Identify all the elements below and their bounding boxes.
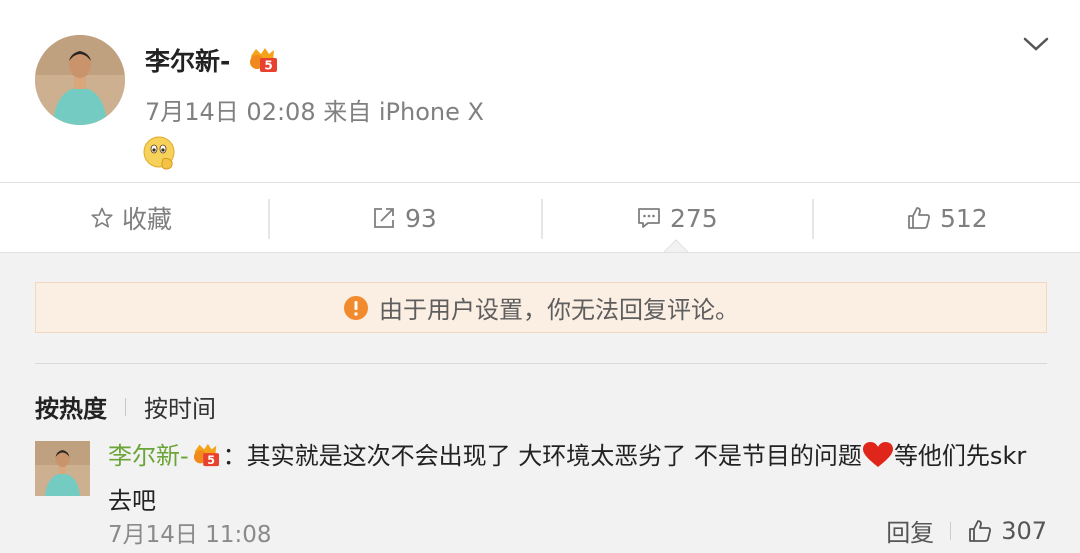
vip-badge-icon: 5 <box>247 46 279 78</box>
divider <box>541 199 543 239</box>
repost-count: 93 <box>405 203 437 233</box>
action-bar: 收藏 93 275 512 <box>0 182 1080 252</box>
star-icon <box>91 207 113 228</box>
comment-avatar[interactable] <box>35 441 90 496</box>
sort-by-time-tab[interactable]: 按时间 <box>144 389 216 424</box>
favorite-button[interactable]: 收藏 <box>90 183 172 253</box>
comment-actions: 回复 307 <box>886 513 1047 548</box>
smile-emoji-icon <box>143 135 177 175</box>
svg-text:5: 5 <box>207 454 215 467</box>
comment-count: 275 <box>670 203 718 233</box>
post-meta: 7月14日 02:08 来自 iPhone X <box>145 98 484 126</box>
divider <box>125 397 126 416</box>
reply-button[interactable]: 回复 <box>886 513 934 548</box>
repost-icon <box>374 208 394 228</box>
reply-disabled-notice: 由于用户设置，你无法回复评论。 <box>35 282 1047 333</box>
comment-username[interactable]: 李尔新- <box>108 442 189 470</box>
divider <box>268 199 270 239</box>
like-count: 512 <box>940 203 988 233</box>
vip-badge-icon: 5 <box>191 440 221 480</box>
comment-icon <box>638 208 660 228</box>
divider <box>35 363 1047 364</box>
comments-section: 由于用户设置，你无法回复评论。 按热度 按时间 李尔新- 5 ：其实就是这次不会出现… <box>0 252 1080 553</box>
favorite-label: 收藏 <box>122 205 173 234</box>
post-card: 李尔新- 5 7月14日 02:08 来自 iPhone X <box>0 0 1080 182</box>
sort-tabs: 按热度 按时间 <box>35 389 216 424</box>
comment-text: ：其实就是这次不会出现了 大环境太恶劣了 不是节目的问题 <box>222 442 862 470</box>
avatar[interactable] <box>35 35 125 125</box>
comment-body: 李尔新- 5 ：其实就是这次不会出现了 大环境太恶劣了 不是节目的问题 等他们先skr… <box>108 436 1048 521</box>
comment-time: 7月14日 11:08 <box>108 522 272 548</box>
notice-text: 由于用户设置，你无法回复评论。 <box>379 296 739 324</box>
sort-by-hot-tab[interactable]: 按热度 <box>35 389 107 424</box>
repost-button[interactable]: 93 <box>371 183 437 253</box>
warning-icon <box>344 295 368 320</box>
thumb-up-icon <box>908 207 930 229</box>
thumb-up-icon[interactable] <box>967 518 993 544</box>
like-button[interactable]: 512 <box>906 183 988 253</box>
chevron-down-icon[interactable] <box>1022 34 1050 58</box>
divider <box>812 199 814 239</box>
heart-icon <box>862 441 894 481</box>
divider <box>950 521 952 540</box>
tab-indicator-caret <box>663 239 689 253</box>
post-username[interactable]: 李尔新- <box>145 42 230 78</box>
comment-like-count: 307 <box>1001 516 1047 545</box>
svg-text:5: 5 <box>264 59 272 73</box>
